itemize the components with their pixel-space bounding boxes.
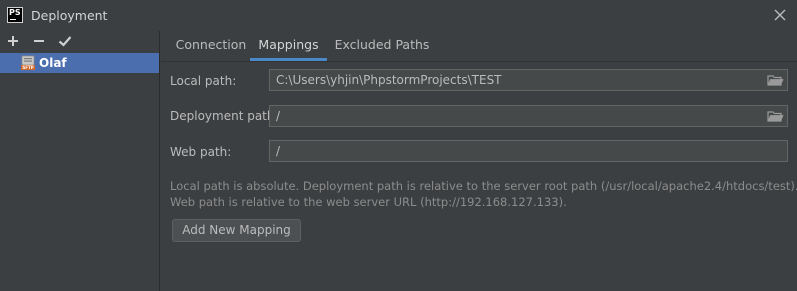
app-icon-label: PS: [9, 8, 21, 17]
check-icon[interactable]: [57, 33, 73, 49]
server-item-olaf[interactable]: SFTP Olaf: [0, 53, 159, 73]
local-path-field[interactable]: [269, 69, 788, 91]
web-path-label: Web path:: [170, 145, 232, 159]
sftp-server-icon: SFTP: [20, 55, 36, 71]
deployment-path-field[interactable]: [269, 105, 788, 127]
help-text-line-2: Web path is relative to the web server U…: [170, 195, 567, 209]
server-list-panel: SFTP Olaf: [0, 31, 160, 291]
window-title: Deployment: [31, 8, 108, 23]
tab-excluded-paths[interactable]: Excluded Paths: [333, 31, 431, 60]
tab-connection[interactable]: Connection: [167, 31, 255, 60]
browse-folder-icon[interactable]: [766, 72, 784, 88]
tab-mappings-label: Mappings: [258, 37, 319, 52]
minus-icon[interactable]: [31, 33, 47, 49]
phpstorm-app-icon: PS: [7, 7, 23, 23]
add-new-mapping-button[interactable]: Add New Mapping: [172, 219, 301, 242]
deployment-path-label: Deployment path:: [170, 109, 279, 123]
browse-remote-folder-icon[interactable]: [766, 108, 784, 124]
help-text-line-1: Local path is absolute. Deployment path …: [170, 179, 797, 193]
svg-text:SFTP: SFTP: [22, 65, 33, 70]
settings-tabs: Connection Mappings Excluded Paths: [161, 31, 797, 61]
tab-excluded-paths-label: Excluded Paths: [334, 37, 430, 52]
deployment-dialog: PS Deployment SFTP Olaf Connection Mappi…: [0, 0, 797, 291]
web-path-field[interactable]: [269, 140, 788, 162]
tabs-divider: [161, 61, 797, 62]
title-bar: PS Deployment: [0, 0, 797, 31]
tab-connection-label: Connection: [175, 37, 247, 52]
server-name-label: Olaf: [39, 56, 67, 70]
local-path-label: Local path:: [170, 74, 237, 88]
server-toolbar: [0, 31, 160, 53]
plus-icon[interactable]: [5, 33, 21, 49]
tab-mappings[interactable]: Mappings: [250, 31, 327, 61]
close-icon[interactable]: [771, 6, 789, 24]
